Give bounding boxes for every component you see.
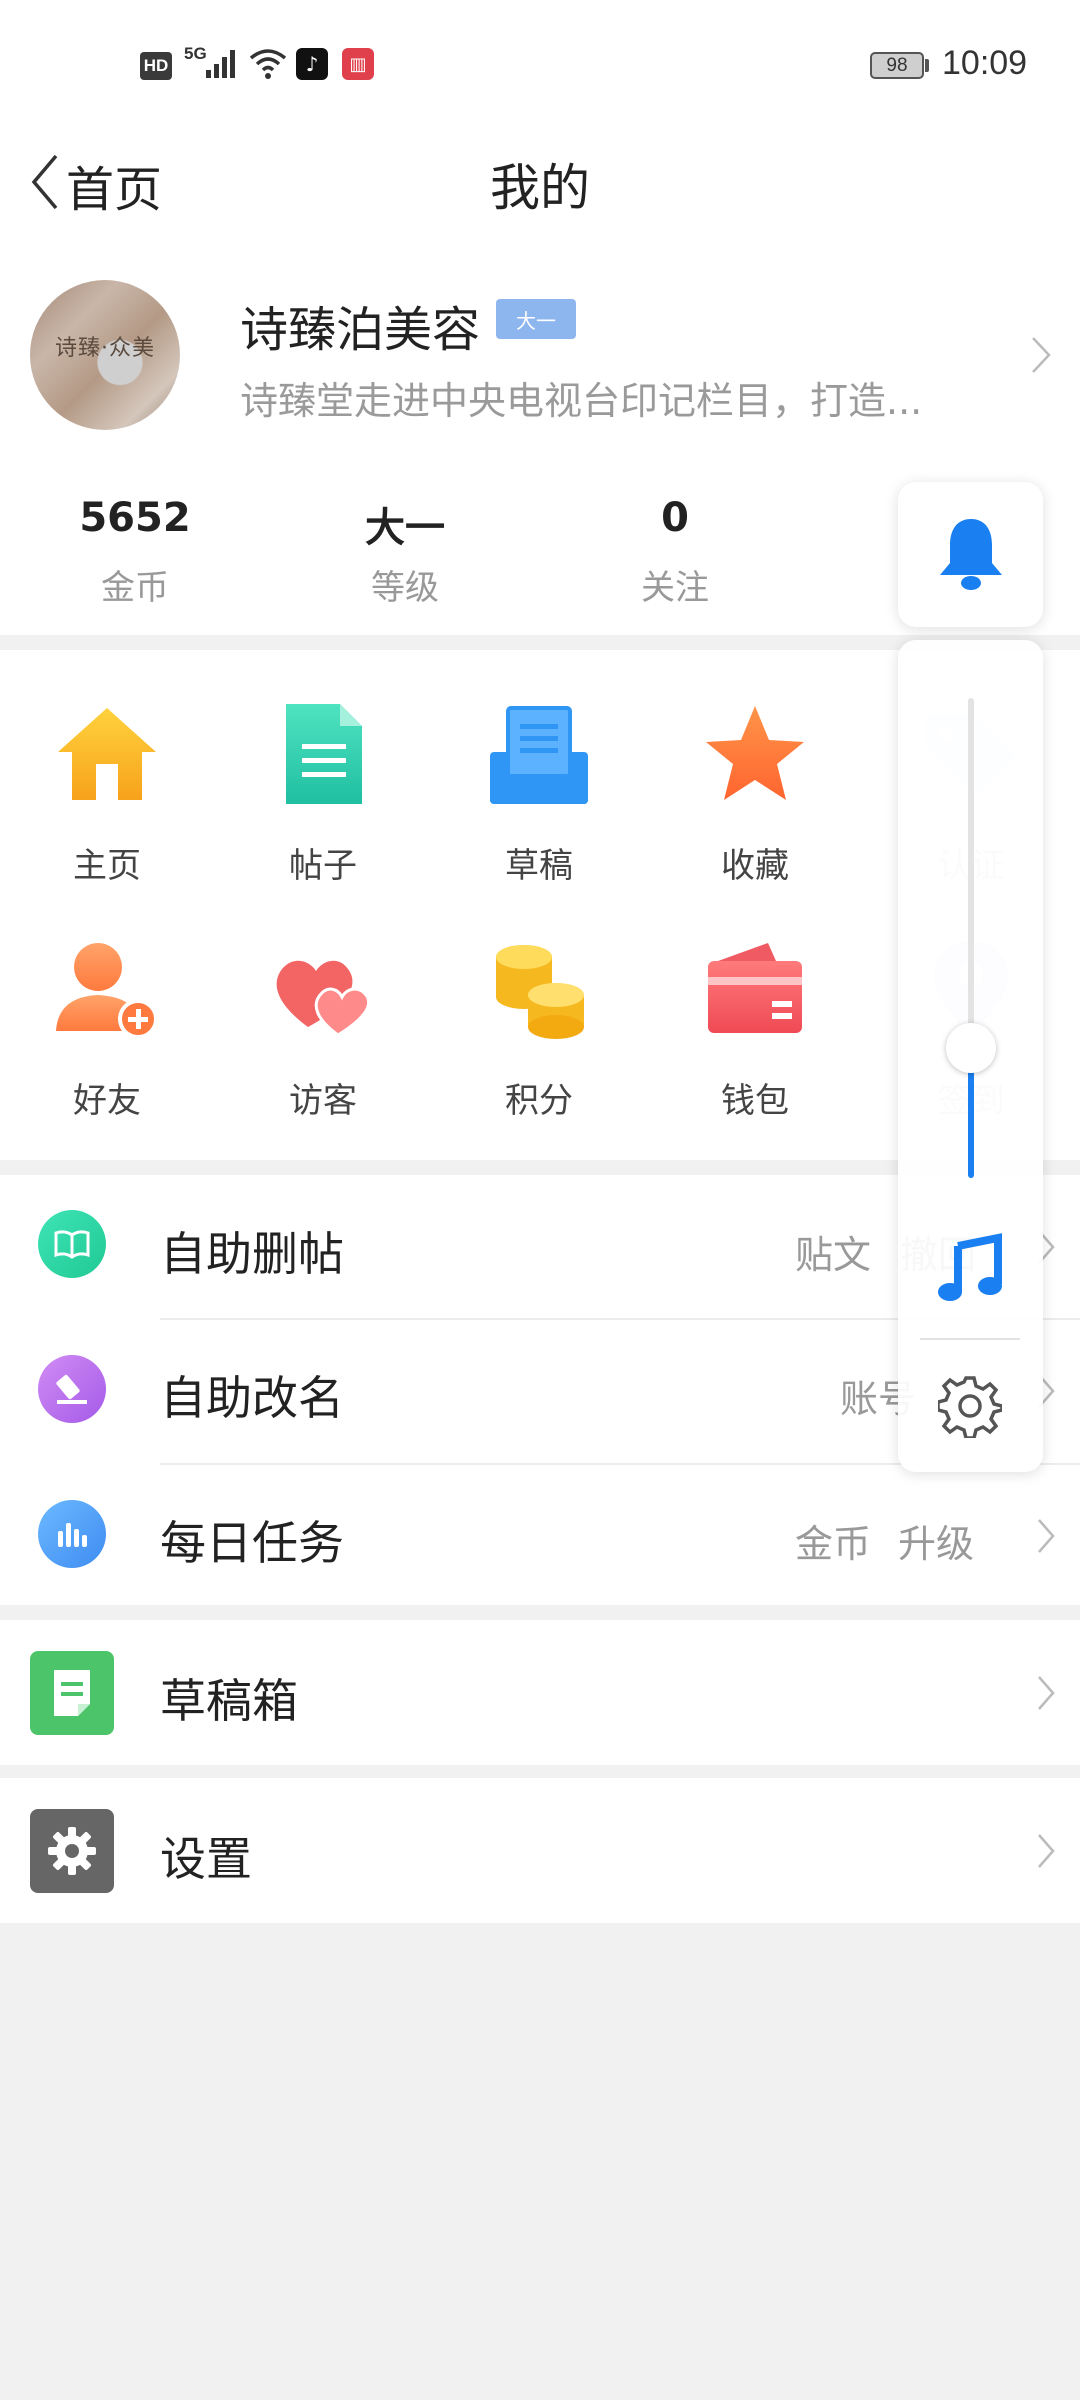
wallet-icon[interactable] [700, 935, 810, 1045]
grid-label-visitors[interactable]: 访客 [243, 1073, 403, 1122]
username: 诗臻泊美容 [240, 302, 481, 358]
level-badge: 大一 [496, 299, 576, 339]
hd-indicator: HD [140, 52, 172, 80]
chevron-right-icon[interactable] [1036, 1832, 1056, 1870]
bar-chart-icon [38, 1500, 106, 1568]
grid-label-drafts[interactable]: 草稿 [459, 838, 619, 887]
list-item-daily-tasks[interactable]: 每日任务 [160, 1507, 344, 1573]
panel-divider [920, 1338, 1020, 1340]
drafts-box-label[interactable]: 草稿箱 [160, 1665, 298, 1731]
list-item-delete-post-hint1: 贴文 [795, 1233, 872, 1277]
grid-label-favorites[interactable]: 收藏 [675, 838, 835, 887]
music-note-icon[interactable] [932, 1232, 1008, 1308]
clock: 10:09 [942, 44, 1028, 82]
settings-gear-icon[interactable] [938, 1374, 1002, 1438]
book-icon [38, 1210, 106, 1278]
battery-tip [925, 59, 929, 72]
bell-icon[interactable] [936, 515, 1006, 593]
hearts-icon[interactable] [268, 935, 378, 1045]
draft-tray-icon[interactable] [484, 700, 594, 810]
wifi-icon [249, 49, 287, 79]
grid-label-points[interactable]: 积分 [459, 1073, 619, 1122]
document-icon[interactable] [268, 700, 378, 810]
chevron-right-icon[interactable] [1036, 1674, 1056, 1712]
list-item-delete-post[interactable]: 自助删帖 [160, 1218, 344, 1284]
stat-follow-value[interactable]: 0 [575, 495, 775, 541]
gear-icon [30, 1809, 114, 1893]
back-button[interactable]: 首页 [66, 150, 162, 220]
note-icon [30, 1651, 114, 1735]
gavel-icon [38, 1355, 106, 1423]
chevron-right-icon[interactable] [1036, 1517, 1056, 1555]
back-chevron-icon[interactable] [30, 152, 60, 212]
coins-icon[interactable] [484, 935, 594, 1045]
stat-follow-label: 关注 [641, 568, 709, 608]
add-friend-icon[interactable] [52, 935, 162, 1045]
list-item-rename[interactable]: 自助改名 [160, 1362, 344, 1428]
home-icon[interactable] [52, 700, 162, 810]
profile-bio: 诗臻堂走进中央电视台印记栏目，打造... [240, 379, 923, 423]
tiktok-icon: ♪ [296, 48, 328, 80]
grid-label-home[interactable]: 主页 [27, 838, 187, 887]
settings-label[interactable]: 设置 [160, 1823, 252, 1889]
stat-level-value[interactable]: 大一 [305, 495, 505, 553]
grid-label-friends[interactable]: 好友 [27, 1073, 187, 1122]
stat-level-label: 等级 [371, 568, 439, 608]
grid-label-wallet[interactable]: 钱包 [675, 1073, 835, 1122]
list-item-daily-tasks-hint2: 升级 [898, 1522, 975, 1566]
stat-coins-label: 金币 [101, 568, 169, 608]
chevron-right-icon[interactable] [1030, 335, 1052, 375]
avatar-caption: 诗臻·众美 [55, 336, 155, 361]
reader-app-icon: ▥ [342, 48, 374, 80]
star-icon[interactable] [700, 700, 810, 810]
battery-indicator: 98 [870, 52, 924, 79]
list-item-daily-tasks-hint1: 金币 [795, 1522, 872, 1566]
grid-label-posts[interactable]: 帖子 [243, 838, 403, 887]
signal-icon [206, 50, 235, 78]
volume-slider-thumb[interactable] [946, 1023, 996, 1073]
stat-coins-value[interactable]: 5652 [35, 495, 235, 541]
